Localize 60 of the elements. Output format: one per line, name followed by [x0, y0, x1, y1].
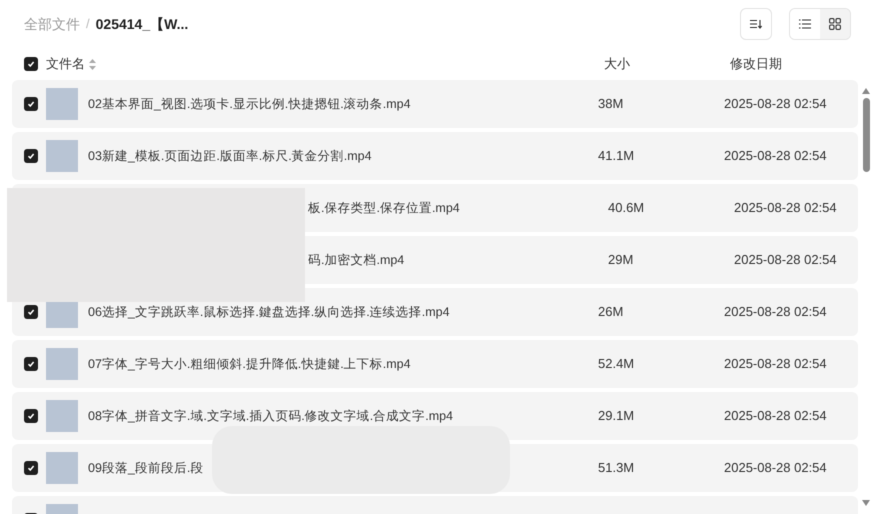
checkmark-icon: [27, 464, 35, 472]
modified-date: 2025-08-28 02:54: [724, 303, 827, 322]
video-thumbnail: [46, 348, 78, 380]
breadcrumb-separator: /: [86, 15, 90, 34]
modified-date: 2025-08-28 02:54: [724, 95, 827, 114]
file-size: 51.3M: [598, 460, 634, 476]
video-thumbnail: [46, 400, 78, 432]
sort-icon: [750, 19, 762, 29]
modified-date: 2025-08-28 02:54: [734, 251, 837, 270]
column-header[interactable]: 修改日期: [730, 54, 782, 74]
grid-view-button[interactable]: [820, 9, 850, 39]
file-row[interactable]: 03新建_模板.页面边距.版面率.标尺.黃金分割.mp4 41.1M 2025-08-28 02:54: [12, 132, 858, 180]
scroll-down-icon[interactable]: [862, 500, 870, 506]
sort-arrows-icon: [89, 58, 96, 70]
modified-date: 2025-08-28 02:54: [734, 199, 837, 218]
file-name[interactable]: 06选择_文字跳跃率.鼠标选择.鍵盘选择.纵向选择.连续选择.mp4: [88, 304, 450, 319]
checkbox[interactable]: [24, 149, 38, 163]
modified-date: 2025-08-28 02:54: [724, 459, 827, 478]
checkmark-icon: [27, 100, 35, 108]
modified-date: 2025-08-28 02:54: [724, 407, 827, 426]
scroll-up-icon[interactable]: [862, 88, 870, 94]
breadcrumb-item[interactable]: 025414_【W...: [96, 14, 188, 34]
column-header[interactable]: 文件名: [46, 54, 85, 74]
file-size: 41.1M: [598, 148, 634, 164]
checkbox[interactable]: [24, 97, 38, 111]
file-name[interactable]: 板.保存类型.保存位置.mp4: [308, 200, 460, 215]
checkbox[interactable]: [24, 57, 38, 71]
file-name[interactable]: 03新建_模板.页面边距.版面率.标尺.黃金分割.mp4: [88, 148, 372, 163]
file-size: 29M: [608, 252, 634, 268]
video-thumbnail: [46, 452, 78, 484]
file-name[interactable]: 09段落_段前段后.段: [88, 460, 204, 475]
file-size: 52.4M: [598, 356, 634, 372]
grid-icon: [829, 18, 841, 30]
checkmark-icon: [27, 412, 35, 420]
file-name[interactable]: 08字体_拼音文字.域.文字域.插入页码.修改文字域.合成文字.mp4: [88, 408, 454, 423]
scrollbar-thumb[interactable]: [862, 98, 870, 172]
file-row[interactable]: 07字体_字号大小.粗细倾斜.提升降低.快捷鍵.上下标.mp4 52.4M 2025-08-28 02:54: [12, 340, 858, 388]
file-size: 29.1M: [598, 408, 634, 424]
file-size: 38M: [598, 96, 624, 112]
checkbox[interactable]: [24, 409, 38, 423]
checkmark-icon: [27, 60, 35, 68]
file-size: 40.6M: [608, 200, 644, 216]
file-name[interactable]: 07字体_字号大小.粗细倾斜.提升降低.快捷鍵.上下标.mp4: [88, 356, 411, 371]
file-row[interactable]: 02基本界面_视图.选项卡.显示比例.快捷摁钮.滚动条.mp4 38M 2025-08-28 02:54: [12, 80, 858, 128]
modified-date: 2025-08-28 02:54: [724, 147, 827, 166]
file-size: 26M: [598, 304, 624, 320]
file-name[interactable]: 码.加密文档.mp4: [308, 252, 404, 267]
column-header[interactable]: 大小: [604, 54, 730, 74]
checkbox[interactable]: [24, 461, 38, 475]
checkmark-icon: [27, 360, 35, 368]
video-thumbnail: [46, 140, 78, 172]
video-thumbnail: [46, 88, 78, 120]
modified-date: 2025-08-28 02:54: [724, 355, 827, 374]
sort-button[interactable]: [740, 8, 772, 40]
list-icon: [799, 19, 811, 29]
checkbox[interactable]: [24, 357, 38, 371]
checkbox[interactable]: [24, 305, 38, 319]
checkmark-icon: [27, 152, 35, 160]
file-name[interactable]: 02基本界面_视图.选项卡.显示比例.快捷摁钮.滚动条.mp4: [88, 96, 411, 111]
checkmark-icon: [27, 308, 35, 316]
